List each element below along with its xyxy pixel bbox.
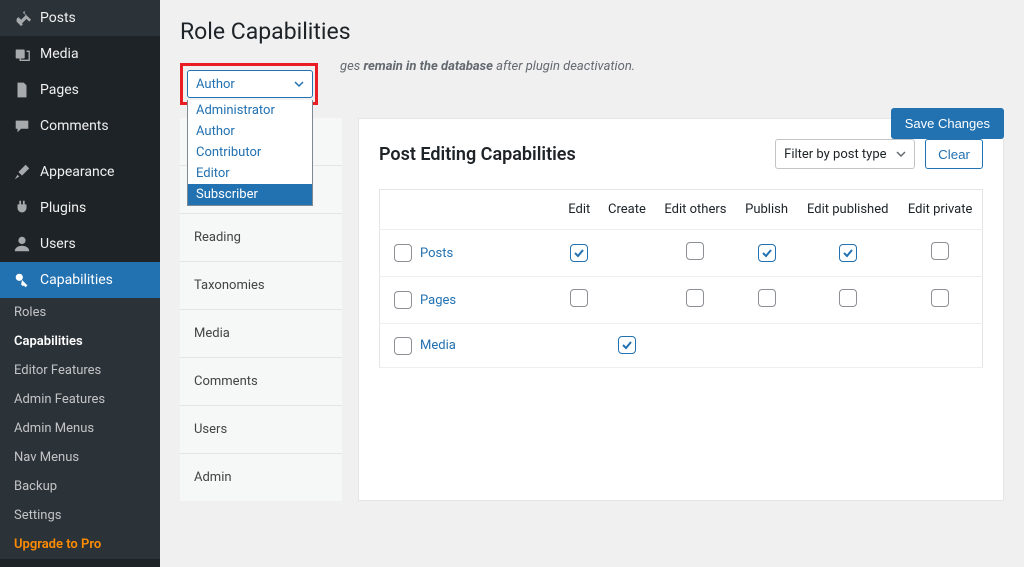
col-edit-others: Edit others — [655, 190, 736, 230]
table-row: Media — [380, 324, 983, 368]
clear-button[interactable]: Clear — [925, 139, 983, 169]
row-link-media[interactable]: Media — [420, 338, 456, 353]
capability-checkbox[interactable] — [839, 289, 857, 307]
capability-checkbox[interactable] — [758, 244, 776, 262]
capability-checkbox[interactable] — [618, 336, 636, 354]
chevron-down-icon — [896, 149, 906, 159]
sidebar-label: Comments — [40, 118, 109, 134]
sidebar-subitem-admin-features[interactable]: Admin Features — [0, 385, 160, 414]
tab-taxonomies[interactable]: Taxonomies — [180, 261, 342, 309]
sidebar-subitem-nav-menus[interactable]: Nav Menus — [0, 443, 160, 472]
capability-checkbox[interactable] — [931, 242, 949, 260]
user-icon — [12, 234, 32, 254]
sidebar-label: Plugins — [40, 200, 86, 216]
capability-checkbox[interactable] — [686, 289, 704, 307]
filter-select[interactable]: Filter by post type — [775, 139, 915, 169]
sidebar-item-media[interactable]: Media — [0, 36, 160, 72]
sidebar-label: Users — [40, 236, 76, 252]
capabilities-panel: Post Editing Capabilities Filter by post… — [358, 118, 1004, 501]
sidebar-item-plugins[interactable]: Plugins — [0, 190, 160, 226]
tab-comments[interactable]: Comments — [180, 357, 342, 405]
row-checkbox[interactable] — [394, 337, 412, 355]
col-publish: Publish — [736, 190, 797, 230]
role-select-value: Author — [196, 77, 235, 92]
role-option-contributor[interactable]: Contributor — [188, 142, 312, 163]
sidebar-item-users[interactable]: Users — [0, 226, 160, 262]
brush-icon — [12, 162, 32, 182]
capabilities-table: EditCreateEdit othersPublishEdit publish… — [379, 189, 983, 368]
sidebar-item-capabilities[interactable]: Capabilities — [0, 262, 160, 298]
sidebar-label: Appearance — [40, 164, 114, 180]
row-link-pages[interactable]: Pages — [420, 293, 456, 308]
role-option-author[interactable]: Author — [188, 121, 312, 142]
sidebar-label: Pages — [40, 82, 79, 98]
pin-icon — [12, 8, 32, 28]
sidebar-subitem-settings[interactable]: Settings — [0, 501, 160, 530]
col-edit-private: Edit private — [898, 190, 982, 230]
row-link-posts[interactable]: Posts — [420, 246, 453, 261]
pages-icon — [12, 80, 32, 100]
capability-checkbox[interactable] — [839, 244, 857, 262]
sidebar-label: Media — [40, 46, 79, 62]
page-title: Role Capabilities — [180, 18, 1004, 45]
role-option-subscriber[interactable]: Subscriber — [188, 184, 312, 205]
chevron-down-icon — [294, 79, 304, 89]
capability-checkbox[interactable] — [686, 242, 704, 260]
table-row: Posts — [380, 230, 983, 277]
sidebar-item-appearance[interactable]: Appearance — [0, 154, 160, 190]
col-edit-published: Edit published — [797, 190, 898, 230]
row-checkbox[interactable] — [394, 291, 412, 309]
tab-reading[interactable]: Reading — [180, 213, 342, 261]
role-option-editor[interactable]: Editor — [188, 163, 312, 184]
panel-title: Post Editing Capabilities — [379, 144, 576, 165]
sidebar-subitem-editor-features[interactable]: Editor Features — [0, 356, 160, 385]
main-content: Role Capabilities Author AdministratorAu… — [160, 0, 1024, 567]
sidebar-subitem-upgrade-to-pro[interactable]: Upgrade to Pro — [0, 530, 160, 559]
sidebar-subitem-roles[interactable]: Roles — [0, 298, 160, 327]
tab-users[interactable]: Users — [180, 405, 342, 453]
tab-media[interactable]: Media — [180, 309, 342, 357]
sidebar-subitem-capabilities[interactable]: Capabilities — [0, 327, 160, 356]
save-button[interactable]: Save Changes — [891, 108, 1004, 139]
role-select-highlight: Author AdministratorAuthorContributorEdi… — [180, 63, 318, 105]
sidebar-item-comments[interactable]: Comments — [0, 108, 160, 144]
role-dropdown: AdministratorAuthorContributorEditorSubs… — [187, 100, 313, 206]
col-edit: Edit — [560, 190, 599, 230]
col-create: Create — [599, 190, 655, 230]
sidebar-label: Posts — [40, 10, 76, 26]
sidebar-subitem-backup[interactable]: Backup — [0, 472, 160, 501]
plug-icon — [12, 198, 32, 218]
table-row: Pages — [380, 277, 983, 324]
notice-text: ges remain in the database after plugin … — [340, 59, 1004, 74]
role-option-administrator[interactable]: Administrator — [188, 100, 312, 121]
sidebar-subitem-admin-menus[interactable]: Admin Menus — [0, 414, 160, 443]
capability-checkbox[interactable] — [570, 289, 588, 307]
admin-sidebar: Posts Media Pages Comments Appearance Pl… — [0, 0, 160, 567]
sidebar-item-posts[interactable]: Posts — [0, 0, 160, 36]
comment-icon — [12, 116, 32, 136]
capability-checkbox[interactable] — [570, 244, 588, 262]
sidebar-label: Capabilities — [40, 272, 113, 288]
capability-checkbox[interactable] — [931, 289, 949, 307]
capability-checkbox[interactable] — [758, 289, 776, 307]
row-checkbox[interactable] — [394, 244, 412, 262]
tab-admin[interactable]: Admin — [180, 453, 342, 501]
sidebar-item-pages[interactable]: Pages — [0, 72, 160, 108]
media-icon — [12, 44, 32, 64]
key-icon — [12, 270, 32, 290]
role-select[interactable]: Author — [187, 70, 313, 98]
